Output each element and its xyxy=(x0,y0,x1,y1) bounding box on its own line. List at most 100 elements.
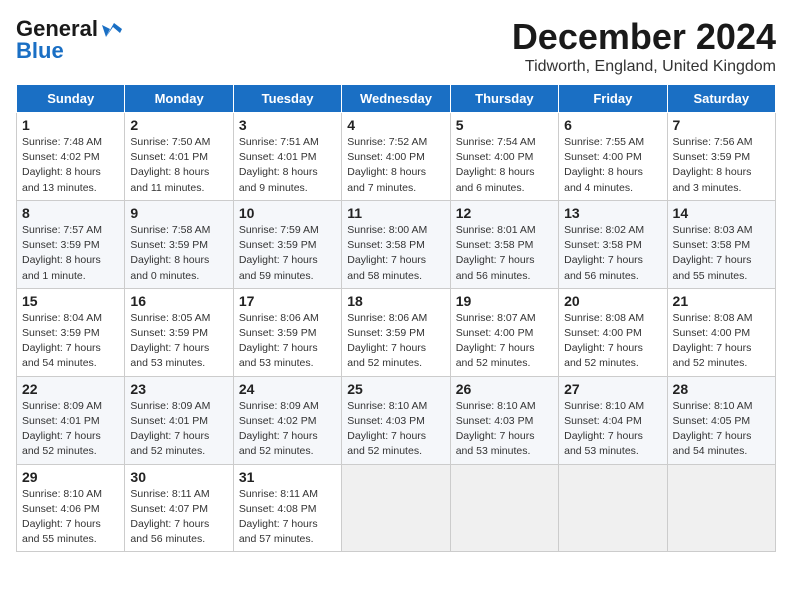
calendar-cell: 28 Sunrise: 8:10 AMSunset: 4:05 PMDayligh… xyxy=(667,376,775,464)
calendar-cell: 15 Sunrise: 8:04 AMSunset: 3:59 PMDayligh… xyxy=(17,288,125,376)
calendar-cell: 10Sunrise: 7:59 AMSunset: 3:59 PMDayligh… xyxy=(233,200,341,288)
day-number: 30 xyxy=(130,469,227,485)
day-number: 25 xyxy=(347,381,444,397)
day-number: 21 xyxy=(673,293,770,309)
calendar-week-3: 15 Sunrise: 8:04 AMSunset: 3:59 PMDayligh… xyxy=(17,288,776,376)
day-info: Sunrise: 8:06 AMSunset: 3:59 PMDaylight:… xyxy=(239,311,336,372)
day-info: Sunrise: 7:52 AMSunset: 4:00 PMDaylight:… xyxy=(347,135,444,196)
day-info: Sunrise: 8:04 AMSunset: 3:59 PMDaylight:… xyxy=(22,311,119,372)
calendar-cell: 26 Sunrise: 8:10 AMSunset: 4:03 PMDayligh… xyxy=(450,376,558,464)
day-number: 15 xyxy=(22,293,119,309)
calendar-cell: 9 Sunrise: 7:58 AMSunset: 3:59 PMDaylight… xyxy=(125,200,233,288)
day-number: 14 xyxy=(673,205,770,221)
calendar-header-row: SundayMondayTuesdayWednesdayThursdayFrid… xyxy=(17,85,776,113)
calendar-cell xyxy=(450,464,558,552)
calendar-cell: 29 Sunrise: 8:10 AMSunset: 4:06 PMDayligh… xyxy=(17,464,125,552)
day-number: 28 xyxy=(673,381,770,397)
day-info: Sunrise: 8:10 AMSunset: 4:03 PMDaylight:… xyxy=(456,399,553,460)
page-header: General Blue December 2024 Tidworth, Eng… xyxy=(16,16,776,76)
day-number: 11 xyxy=(347,205,444,221)
calendar-week-1: 1 Sunrise: 7:48 AMSunset: 4:02 PMDaylight… xyxy=(17,113,776,201)
page-title: December 2024 xyxy=(512,16,776,58)
calendar-cell: 22 Sunrise: 8:09 AMSunset: 4:01 PMDayligh… xyxy=(17,376,125,464)
calendar-cell: 21 Sunrise: 8:08 AMSunset: 4:00 PMDayligh… xyxy=(667,288,775,376)
day-number: 26 xyxy=(456,381,553,397)
day-info: Sunrise: 8:09 AMSunset: 4:01 PMDaylight:… xyxy=(22,399,119,460)
day-number: 9 xyxy=(130,205,227,221)
day-number: 1 xyxy=(22,117,119,133)
day-info: Sunrise: 8:01 AMSunset: 3:58 PMDaylight:… xyxy=(456,223,553,284)
day-info: Sunrise: 8:09 AMSunset: 4:01 PMDaylight:… xyxy=(130,399,227,460)
day-info: Sunrise: 8:08 AMSunset: 4:00 PMDaylight:… xyxy=(673,311,770,372)
day-number: 23 xyxy=(130,381,227,397)
calendar-cell: 31Sunrise: 8:11 AMSunset: 4:08 PMDayligh… xyxy=(233,464,341,552)
calendar-cell: 12 Sunrise: 8:01 AMSunset: 3:58 PMDayligh… xyxy=(450,200,558,288)
day-number: 31 xyxy=(239,469,336,485)
calendar-cell: 4 Sunrise: 7:52 AMSunset: 4:00 PMDaylight… xyxy=(342,113,450,201)
day-number: 16 xyxy=(130,293,227,309)
logo-bird-icon xyxy=(100,19,126,39)
day-number: 13 xyxy=(564,205,661,221)
page-subtitle: Tidworth, England, United Kingdom xyxy=(512,58,776,76)
calendar-cell: 1 Sunrise: 7:48 AMSunset: 4:02 PMDaylight… xyxy=(17,113,125,201)
calendar-cell: 23 Sunrise: 8:09 AMSunset: 4:01 PMDayligh… xyxy=(125,376,233,464)
day-number: 20 xyxy=(564,293,661,309)
calendar-cell xyxy=(667,464,775,552)
day-number: 29 xyxy=(22,469,119,485)
day-info: Sunrise: 8:08 AMSunset: 4:00 PMDaylight:… xyxy=(564,311,661,372)
calendar-cell: 11 Sunrise: 8:00 AMSunset: 3:58 PMDayligh… xyxy=(342,200,450,288)
day-info: Sunrise: 7:50 AMSunset: 4:01 PMDaylight:… xyxy=(130,135,227,196)
calendar-week-5: 29 Sunrise: 8:10 AMSunset: 4:06 PMDayligh… xyxy=(17,464,776,552)
header-sunday: Sunday xyxy=(17,85,125,113)
day-info: Sunrise: 8:10 AMSunset: 4:04 PMDaylight:… xyxy=(564,399,661,460)
header-saturday: Saturday xyxy=(667,85,775,113)
calendar-cell: 14 Sunrise: 8:03 AMSunset: 3:58 PMDayligh… xyxy=(667,200,775,288)
calendar-cell: 7 Sunrise: 7:56 AMSunset: 3:59 PMDaylight… xyxy=(667,113,775,201)
calendar-cell: 3Sunrise: 7:51 AMSunset: 4:01 PMDaylight… xyxy=(233,113,341,201)
day-info: Sunrise: 7:55 AMSunset: 4:00 PMDaylight:… xyxy=(564,135,661,196)
calendar-cell: 18Sunrise: 8:06 AMSunset: 3:59 PMDayligh… xyxy=(342,288,450,376)
header-monday: Monday xyxy=(125,85,233,113)
calendar-cell: 13Sunrise: 8:02 AMSunset: 3:58 PMDayligh… xyxy=(559,200,667,288)
calendar-cell: 27 Sunrise: 8:10 AMSunset: 4:04 PMDayligh… xyxy=(559,376,667,464)
day-number: 4 xyxy=(347,117,444,133)
day-info: Sunrise: 8:00 AMSunset: 3:58 PMDaylight:… xyxy=(347,223,444,284)
calendar-table: SundayMondayTuesdayWednesdayThursdayFrid… xyxy=(16,84,776,552)
day-info: Sunrise: 8:03 AMSunset: 3:58 PMDaylight:… xyxy=(673,223,770,284)
day-number: 24 xyxy=(239,381,336,397)
calendar-cell: 2 Sunrise: 7:50 AMSunset: 4:01 PMDaylight… xyxy=(125,113,233,201)
day-info: Sunrise: 8:09 AMSunset: 4:02 PMDaylight:… xyxy=(239,399,336,460)
calendar-cell xyxy=(342,464,450,552)
day-number: 10 xyxy=(239,205,336,221)
calendar-cell: 25Sunrise: 8:10 AMSunset: 4:03 PMDayligh… xyxy=(342,376,450,464)
header-wednesday: Wednesday xyxy=(342,85,450,113)
day-number: 22 xyxy=(22,381,119,397)
header-friday: Friday xyxy=(559,85,667,113)
day-number: 7 xyxy=(673,117,770,133)
day-info: Sunrise: 7:57 AMSunset: 3:59 PMDaylight:… xyxy=(22,223,119,284)
day-info: Sunrise: 7:56 AMSunset: 3:59 PMDaylight:… xyxy=(673,135,770,196)
calendar-cell: 24 Sunrise: 8:09 AMSunset: 4:02 PMDayligh… xyxy=(233,376,341,464)
day-info: Sunrise: 8:10 AMSunset: 4:05 PMDaylight:… xyxy=(673,399,770,460)
day-number: 8 xyxy=(22,205,119,221)
day-info: Sunrise: 7:58 AMSunset: 3:59 PMDaylight:… xyxy=(130,223,227,284)
day-number: 2 xyxy=(130,117,227,133)
day-number: 6 xyxy=(564,117,661,133)
calendar-cell: 6 Sunrise: 7:55 AMSunset: 4:00 PMDaylight… xyxy=(559,113,667,201)
calendar-cell: 30Sunrise: 8:11 AMSunset: 4:07 PMDayligh… xyxy=(125,464,233,552)
day-info: Sunrise: 8:05 AMSunset: 3:59 PMDaylight:… xyxy=(130,311,227,372)
calendar-cell: 19Sunrise: 8:07 AMSunset: 4:00 PMDayligh… xyxy=(450,288,558,376)
calendar-cell xyxy=(559,464,667,552)
day-number: 27 xyxy=(564,381,661,397)
day-number: 3 xyxy=(239,117,336,133)
day-number: 5 xyxy=(456,117,553,133)
calendar-cell: 5 Sunrise: 7:54 AMSunset: 4:00 PMDaylight… xyxy=(450,113,558,201)
day-number: 17 xyxy=(239,293,336,309)
day-number: 12 xyxy=(456,205,553,221)
day-info: Sunrise: 7:54 AMSunset: 4:00 PMDaylight:… xyxy=(456,135,553,196)
calendar-cell: 20 Sunrise: 8:08 AMSunset: 4:00 PMDayligh… xyxy=(559,288,667,376)
calendar-cell: 8 Sunrise: 7:57 AMSunset: 3:59 PMDaylight… xyxy=(17,200,125,288)
logo: General Blue xyxy=(16,16,126,64)
day-info: Sunrise: 7:48 AMSunset: 4:02 PMDaylight:… xyxy=(22,135,119,196)
day-info: Sunrise: 8:10 AMSunset: 4:06 PMDaylight:… xyxy=(22,487,119,548)
